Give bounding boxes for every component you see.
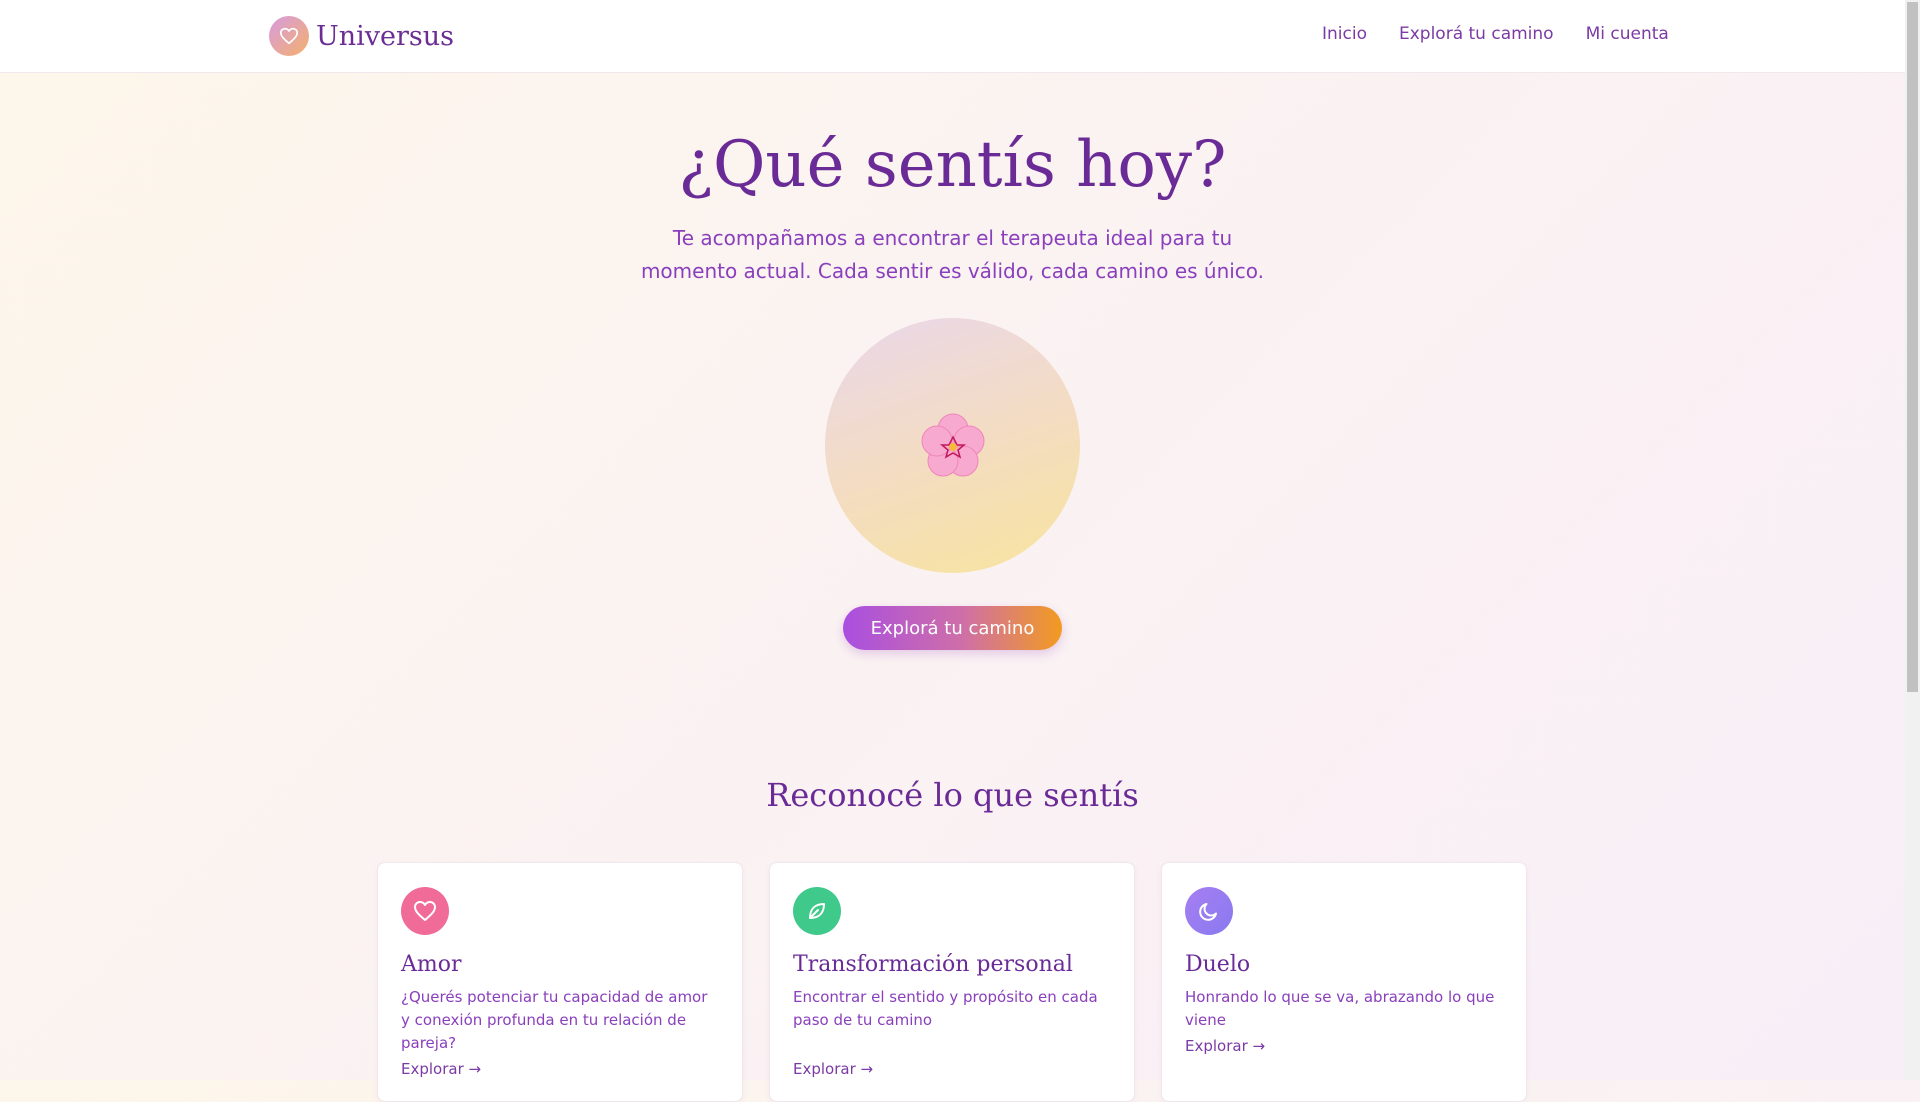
card-transformacion[interactable]: Transformación personal Encontrar el sen… (769, 862, 1135, 1102)
section-title: Reconocé lo que sentís (766, 776, 1139, 814)
brand-logo[interactable]: Universus (269, 16, 454, 56)
explore-path-button[interactable]: Explorá tu camino (843, 606, 1062, 650)
scrollbar-thumb[interactable] (1907, 2, 1918, 692)
nav-link-explora[interactable]: Explorá tu camino (1399, 24, 1554, 44)
main-nav: Inicio Explorá tu camino Mi cuenta (1322, 24, 1701, 44)
explore-link[interactable]: Explorar → (793, 1060, 873, 1078)
card-title: Amor (401, 952, 462, 977)
card-amor[interactable]: Amor ¿Querés potenciar tu capacidad de a… (377, 862, 743, 1102)
card-title: Duelo (1185, 952, 1251, 977)
card-description: Encontrar el sentido y propósito en cada… (793, 988, 1098, 1029)
card-title: Transformación personal (793, 952, 1073, 977)
site-header: Universus Inicio Explorá tu camino Mi cu… (0, 0, 1905, 73)
hero-subtitle: Te acompañamos a encontrar el terapeuta … (640, 226, 1265, 283)
hero-illustration (825, 318, 1080, 573)
nav-link-mi-cuenta[interactable]: Mi cuenta (1586, 24, 1669, 44)
heart-icon (401, 887, 449, 935)
card-duelo[interactable]: Duelo Honrando lo que se va, abrazando l… (1161, 862, 1527, 1102)
nav-link-inicio[interactable]: Inicio (1322, 24, 1367, 44)
moon-icon (1185, 887, 1233, 935)
brand-name: Universus (316, 20, 455, 52)
leaf-icon (793, 887, 841, 935)
card-description: Honrando lo que se va, abrazando lo que … (1185, 988, 1495, 1029)
heart-icon (269, 16, 309, 56)
flower-icon (918, 411, 988, 481)
card-description: ¿Querés potenciar tu capacidad de amor y… (401, 988, 708, 1052)
explore-link[interactable]: Explorar → (1185, 1037, 1265, 1055)
hero-title: ¿Qué sentís hoy? (678, 128, 1227, 202)
explore-link[interactable]: Explorar → (401, 1060, 481, 1078)
page-scrollbar[interactable] (1905, 0, 1920, 1080)
